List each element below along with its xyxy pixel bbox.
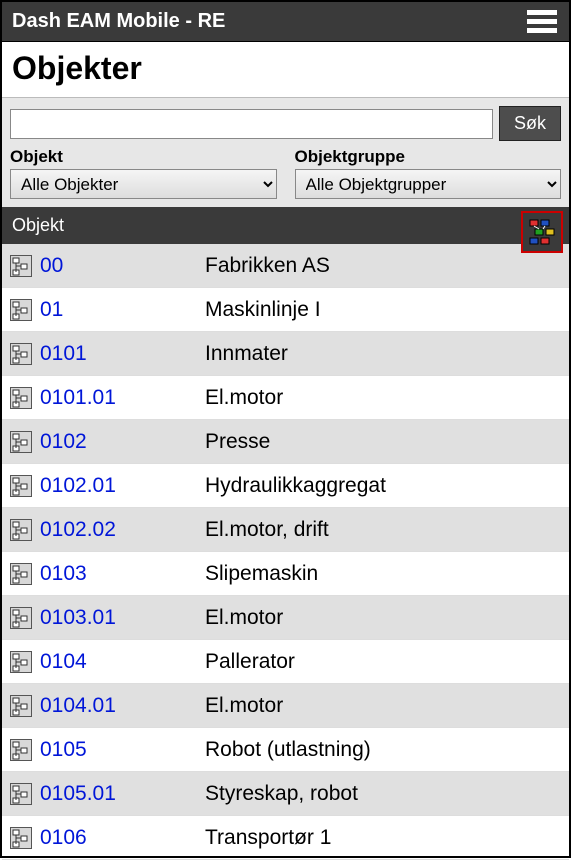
table-row[interactable]: 0105.01 Styreskap, robot	[2, 772, 569, 816]
row-code-link[interactable]: 0102.02	[40, 518, 205, 542]
row-name-label: El.motor	[205, 694, 569, 718]
row-name-label: Hydraulikkaggregat	[205, 474, 569, 498]
row-code-link[interactable]: 0105.01	[40, 782, 205, 806]
row-code-link[interactable]: 00	[40, 254, 205, 278]
filter-row: Objekt Alle Objekter Objektgruppe Alle O…	[2, 147, 569, 207]
app-title: Dash EAM Mobile - RE	[12, 10, 225, 33]
menu-icon[interactable]	[525, 8, 559, 35]
table-row[interactable]: 01 Maskinlinje I	[2, 288, 569, 332]
row-icon-cell	[2, 343, 40, 365]
node-icon	[10, 519, 32, 541]
row-icon-cell	[2, 475, 40, 497]
node-icon	[10, 563, 32, 585]
row-name-label: Maskinlinje I	[205, 298, 569, 322]
row-code-link[interactable]: 0101.01	[40, 386, 205, 410]
node-icon	[10, 783, 32, 805]
table-row[interactable]: 0104 Pallerator	[2, 640, 569, 684]
row-code-link[interactable]: 0102	[40, 430, 205, 454]
row-name-label: Robot (utlastning)	[205, 738, 569, 762]
row-code-link[interactable]: 0104.01	[40, 694, 205, 718]
row-code-link[interactable]: 0103	[40, 562, 205, 586]
row-code-link[interactable]: 0104	[40, 650, 205, 674]
node-icon	[10, 475, 32, 497]
filter-group: Objektgruppe Alle Objektgrupper	[295, 147, 562, 199]
row-icon-cell	[2, 255, 40, 277]
row-name-label: Fabrikken AS	[205, 254, 569, 278]
filter-object-label: Objekt	[10, 147, 277, 167]
search-bar: Søk	[2, 98, 569, 147]
tree-view-button[interactable]	[521, 211, 563, 253]
row-code-link[interactable]: 0101	[40, 342, 205, 366]
row-name-label: Slipemaskin	[205, 562, 569, 586]
row-code-link[interactable]: 0106	[40, 826, 205, 850]
table-row[interactable]: 0102 Presse	[2, 420, 569, 464]
row-name-label: El.motor, drift	[205, 518, 569, 542]
row-icon-cell	[2, 563, 40, 585]
row-name-label: El.motor	[205, 386, 569, 410]
node-icon	[10, 739, 32, 761]
node-icon	[10, 695, 32, 717]
table-body: 00 Fabrikken AS 01 Maskinlinje I	[2, 244, 569, 860]
row-name-label: Presse	[205, 430, 569, 454]
table-row[interactable]: 0101.01 El.motor	[2, 376, 569, 420]
table-row[interactable]: 0104.01 El.motor	[2, 684, 569, 728]
row-icon-cell	[2, 607, 40, 629]
table-row[interactable]: 0106 Transportør 1	[2, 816, 569, 860]
row-icon-cell	[2, 651, 40, 673]
node-icon	[10, 827, 32, 849]
row-icon-cell	[2, 739, 40, 761]
titlebar: Dash EAM Mobile - RE	[2, 2, 569, 42]
node-icon	[10, 343, 32, 365]
filter-object: Objekt Alle Objekter	[10, 147, 277, 199]
node-icon	[10, 651, 32, 673]
table-row[interactable]: 0101 Innmater	[2, 332, 569, 376]
row-icon-cell	[2, 519, 40, 541]
node-icon	[10, 255, 32, 277]
row-icon-cell	[2, 827, 40, 849]
row-name-label: El.motor	[205, 606, 569, 630]
node-icon	[10, 299, 32, 321]
table-row[interactable]: 0102.01 Hydraulikkaggregat	[2, 464, 569, 508]
filter-group-label: Objektgruppe	[295, 147, 562, 167]
filter-group-select[interactable]: Alle Objektgrupper	[295, 169, 562, 199]
row-name-label: Pallerator	[205, 650, 569, 674]
table-row[interactable]: 0102.02 El.motor, drift	[2, 508, 569, 552]
row-code-link[interactable]: 0102.01	[40, 474, 205, 498]
search-input[interactable]	[10, 109, 493, 139]
node-icon	[10, 431, 32, 453]
row-icon-cell	[2, 783, 40, 805]
row-code-link[interactable]: 01	[40, 298, 205, 322]
filter-object-select[interactable]: Alle Objekter	[10, 169, 277, 199]
row-name-label: Styreskap, robot	[205, 782, 569, 806]
row-code-link[interactable]: 0105	[40, 738, 205, 762]
search-button[interactable]: Søk	[499, 106, 561, 141]
table-row[interactable]: 00 Fabrikken AS	[2, 244, 569, 288]
row-name-label: Transportør 1	[205, 826, 569, 850]
row-code-link[interactable]: 0103.01	[40, 606, 205, 630]
row-icon-cell	[2, 431, 40, 453]
node-icon	[10, 607, 32, 629]
table-row[interactable]: 0103 Slipemaskin	[2, 552, 569, 596]
table-header-label: Objekt	[12, 215, 64, 236]
node-icon	[10, 387, 32, 409]
table-row[interactable]: 0103.01 El.motor	[2, 596, 569, 640]
row-icon-cell	[2, 387, 40, 409]
row-name-label: Innmater	[205, 342, 569, 366]
row-icon-cell	[2, 695, 40, 717]
page-title: Objekter	[2, 42, 569, 98]
table-header: Objekt	[2, 207, 569, 244]
hierarchy-icon	[529, 219, 555, 245]
row-icon-cell	[2, 299, 40, 321]
table-row[interactable]: 0105 Robot (utlastning)	[2, 728, 569, 772]
